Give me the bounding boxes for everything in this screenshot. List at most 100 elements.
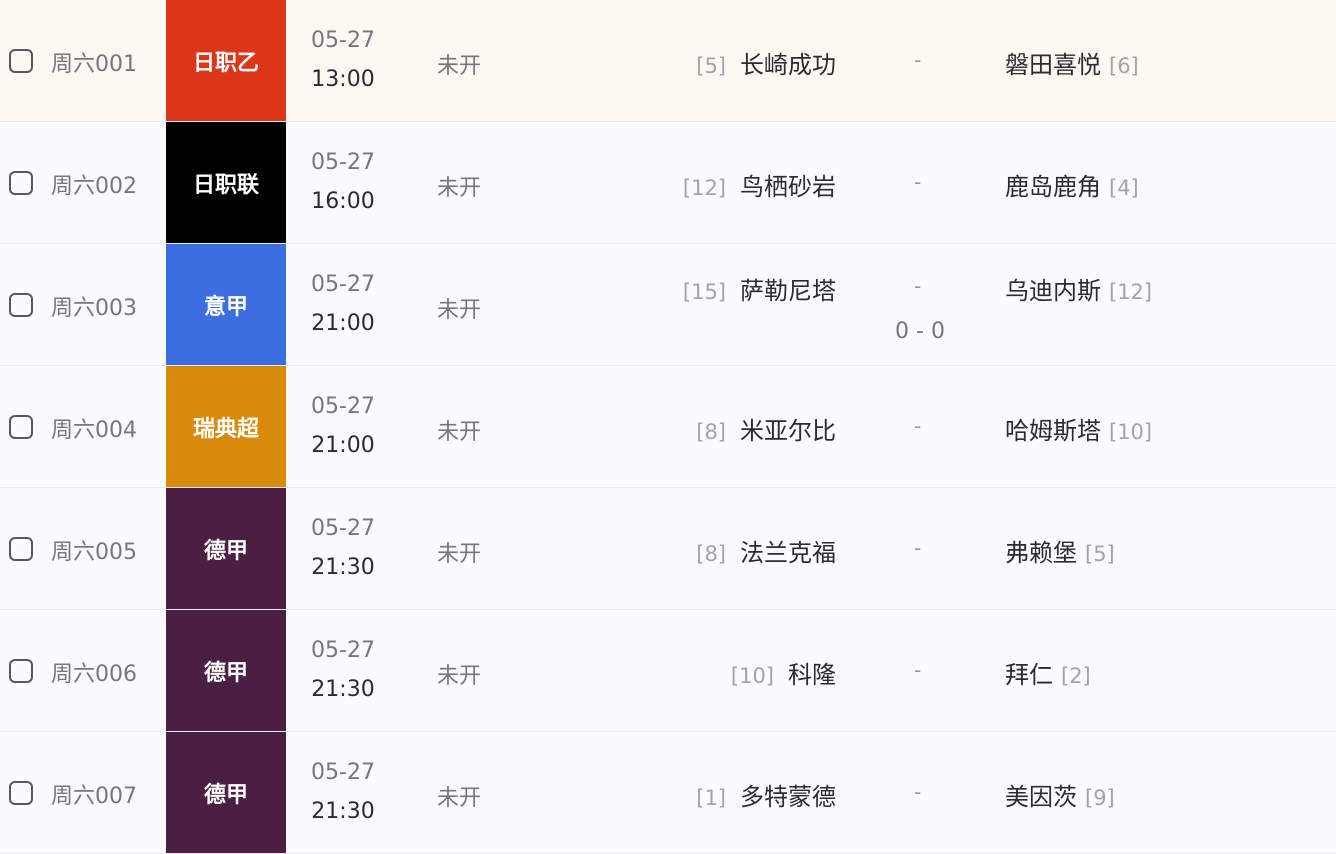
match-code: 周六003 [51,290,137,322]
select-checkbox[interactable] [9,415,33,439]
match-time: 21:00 [290,311,396,336]
away-rank: [12] [1109,280,1152,304]
league-badge[interactable]: 日职乙 [166,0,286,121]
home-team[interactable]: [8]法兰克福 [696,533,836,568]
select-checkbox[interactable] [9,659,33,683]
home-rank: [5] [696,54,726,78]
match-date: 05-27 [290,516,396,541]
away-team[interactable]: 鹿岛鹿角 [4] [1005,167,1139,202]
league-badge[interactable]: 德甲 [166,488,286,609]
match-time: 21:30 [290,555,396,580]
home-team[interactable]: [12] 鸟栖砂岩 [683,167,836,202]
away-team-name: 弗赖堡 [1005,539,1077,567]
away-team-name: 美因茨 [1005,783,1077,811]
match-time: 21:30 [290,799,396,824]
match-row[interactable]: 周六002 日职联 05-27 16:00 未开 [12]鸟栖砂岩 - 鹿岛鹿角… [0,122,1336,244]
match-date: 05-27 [290,272,396,297]
vs-dash: - [914,274,921,298]
away-rank: [10] [1109,420,1152,444]
league-name: 德甲 [204,655,248,687]
home-team[interactable]: [15] 萨勒尼塔 [683,271,836,306]
match-time: 13:00 [290,67,396,92]
away-rank: [4] [1109,176,1139,200]
match-date: 05-27 [290,150,396,175]
match-date: 05-27 [290,28,396,53]
home-team-name: 鸟栖砂岩 [740,173,836,201]
match-code: 周六002 [51,168,137,200]
match-status: 未开 [437,414,481,446]
home-team-name: 多特蒙德 [740,783,836,811]
match-date: 05-27 [290,394,396,419]
match-status: 未开 [437,170,481,202]
home-team-name: 长崎成功 [740,51,836,79]
match-date: 05-27 [290,760,396,785]
vs-dash: - [914,658,921,682]
match-list: 周六001 日职乙 05-27 13:00 未开 [5] 长崎成功 - 磐田喜悦 [… [0,0,1336,854]
match-row[interactable]: 周六005 德甲 05-27 21:30 未开 [8]法兰克福 - 弗赖堡 [5] [0,488,1336,610]
away-team-name: 磐田喜悦 [1005,51,1101,79]
away-rank: [5] [1085,542,1115,566]
home-rank: [1] [696,786,726,810]
match-row[interactable]: 周六007 德甲 05-27 21:30 未开 [1] 多特蒙德 - 美因茨 [9] [0,732,1336,854]
vs-dash: - [914,414,921,438]
league-badge[interactable]: 德甲 [166,610,286,731]
match-code: 周六004 [51,412,137,444]
select-checkbox[interactable] [9,537,33,561]
match-date: 05-27 [290,638,396,663]
match-code: 周六007 [51,778,137,810]
away-team-name: 拜仁 [1005,661,1053,689]
select-checkbox[interactable] [9,49,33,73]
away-rank: [9] [1085,786,1115,810]
select-checkbox[interactable] [9,293,33,317]
score: 0 - 0 [870,319,970,344]
match-code: 周六001 [51,46,137,78]
league-name: 日职联 [193,167,259,199]
vs-dash: - [914,780,921,804]
match-row[interactable]: 周六004 瑞典超 05-27 21:00 未开 [8] 米亚尔比 - 哈姆斯塔 [… [0,366,1336,488]
league-badge[interactable]: 瑞典超 [166,366,286,487]
match-status: 未开 [437,48,481,80]
home-team-name: 米亚尔比 [740,417,836,445]
away-team[interactable]: 拜仁 [2] [1005,655,1091,690]
home-team[interactable]: [8] 米亚尔比 [696,411,836,446]
vs-dash: - [914,48,921,72]
away-team[interactable]: 乌迪内斯[12] [1005,271,1152,306]
away-rank: [2] [1061,664,1091,688]
match-status: 未开 [437,780,481,812]
home-team[interactable]: [5] 长崎成功 [696,45,836,80]
home-rank: [8] [696,420,726,444]
league-badge[interactable]: 日职联 [166,122,286,243]
match-status: 未开 [437,292,481,324]
match-row[interactable]: 周六001 日职乙 05-27 13:00 未开 [5] 长崎成功 - 磐田喜悦 [… [0,0,1336,122]
away-team-name: 鹿岛鹿角 [1005,173,1101,201]
vs-dash: - [914,170,921,194]
away-rank: [6] [1109,54,1139,78]
match-code: 周六005 [51,534,137,566]
vs-dash: - [914,536,921,560]
home-team-name: 萨勒尼塔 [740,277,836,305]
home-rank: [8] [696,542,726,566]
league-name: 意甲 [204,289,248,321]
home-team-name: 科隆 [788,661,836,689]
league-badge[interactable]: 意甲 [166,244,286,365]
home-rank: [12] [683,176,726,200]
away-team[interactable]: 美因茨 [9] [1005,777,1115,812]
home-team[interactable]: [10]科隆 [731,655,836,690]
match-time: 21:30 [290,677,396,702]
league-name: 德甲 [204,533,248,565]
match-row[interactable]: 周六006 德甲 05-27 21:30 未开 [10]科隆 - 拜仁[2] [0,610,1336,732]
match-code: 周六006 [51,656,137,688]
match-time: 21:00 [290,433,396,458]
away-team[interactable]: 弗赖堡 [5] [1005,533,1115,568]
away-team[interactable]: 磐田喜悦 [6] [1005,45,1139,80]
home-team[interactable]: [1] 多特蒙德 [696,777,836,812]
league-badge[interactable]: 德甲 [166,732,286,853]
league-name: 德甲 [204,777,248,809]
away-team[interactable]: 哈姆斯塔 [10] [1005,411,1152,446]
away-team-name: 哈姆斯塔 [1005,417,1101,445]
select-checkbox[interactable] [9,781,33,805]
match-status: 未开 [437,536,481,568]
home-rank: [15] [683,280,726,304]
match-row[interactable]: 周六003 意甲 05-27 21:00 未开 [15] 萨勒尼塔 - 0 - 0… [0,244,1336,366]
select-checkbox[interactable] [9,171,33,195]
